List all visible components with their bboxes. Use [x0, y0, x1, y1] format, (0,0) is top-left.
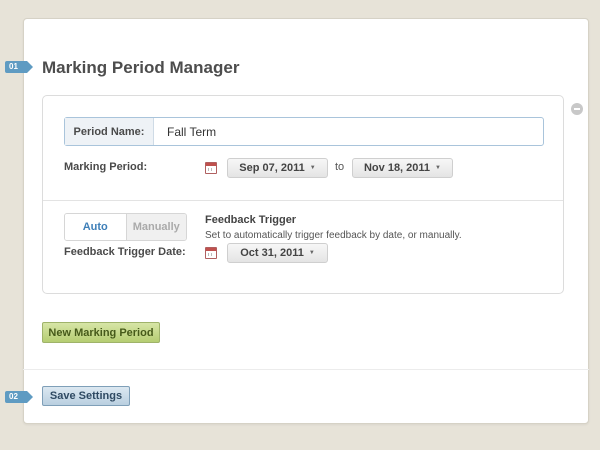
page-title: Marking Period Manager — [42, 58, 240, 77]
period-name-field[interactable]: Period Name: — [64, 117, 544, 146]
new-marking-period-button[interactable]: New Marking Period — [42, 322, 160, 343]
step-badge-02: 02 — [5, 391, 33, 403]
calendar-icon[interactable] — [205, 247, 217, 259]
caret-down-icon: ▼ — [308, 250, 315, 256]
caret-down-icon: ▼ — [309, 165, 316, 171]
step-badge-01: 01 — [5, 61, 33, 73]
start-date-value: Sep 07, 2011 — [239, 162, 305, 174]
period-name-label: Period Name: — [65, 118, 154, 145]
toggle-manual-option[interactable]: Manually — [125, 214, 186, 240]
feedback-trigger-date-label: Feedback Trigger Date: — [64, 246, 186, 258]
feedback-mode-toggle[interactable]: Auto Manually — [64, 213, 187, 241]
date-range-to-label: to — [335, 161, 345, 173]
marking-period-label: Marking Period: — [64, 161, 148, 173]
feedback-trigger-description: Set to automatically trigger feedback by… — [205, 230, 462, 241]
period-name-input[interactable] — [154, 124, 543, 139]
caret-down-icon: ▼ — [435, 165, 441, 171]
start-date-dropdown[interactable]: Sep 07, 2011 ▼ — [227, 158, 328, 178]
feedback-date-value: Oct 31, 2011 — [240, 247, 304, 259]
feedback-trigger-title: Feedback Trigger — [205, 214, 297, 226]
feedback-date-dropdown[interactable]: Oct 31, 2011 ▼ — [227, 243, 328, 263]
end-date-dropdown[interactable]: Nov 18, 2011 ▼ — [352, 158, 453, 178]
save-settings-button[interactable]: Save Settings — [42, 386, 130, 406]
remove-period-icon[interactable] — [571, 103, 583, 115]
toggle-auto-option[interactable]: Auto — [65, 214, 126, 240]
end-date-value: Nov 18, 2011 — [363, 162, 431, 174]
calendar-icon[interactable] — [205, 162, 217, 174]
section-divider — [23, 369, 589, 370]
panel-divider — [43, 200, 563, 201]
